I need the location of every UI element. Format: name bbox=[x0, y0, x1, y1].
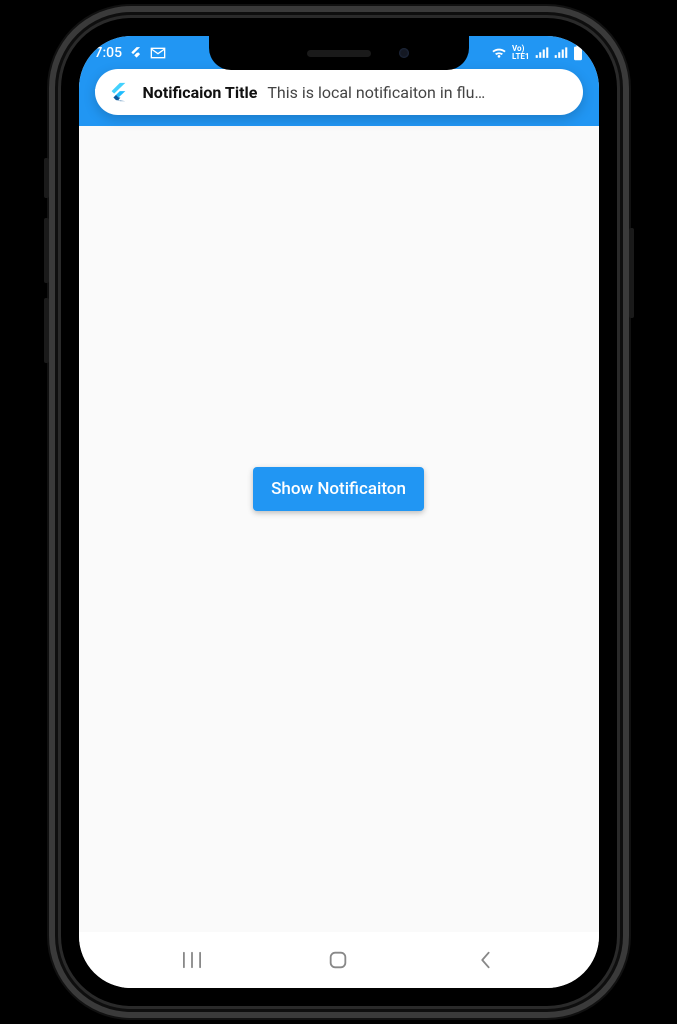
app-bar: T Notificaion Title This is local notifi… bbox=[79, 70, 599, 126]
notification-title: Notificaion Title bbox=[143, 83, 258, 102]
flutter-debug-icon bbox=[129, 46, 143, 60]
show-notification-button[interactable]: Show Notificaiton bbox=[253, 467, 424, 511]
recents-button[interactable] bbox=[162, 940, 222, 980]
battery-icon bbox=[573, 45, 583, 61]
volume-up-button bbox=[44, 218, 49, 283]
home-button[interactable] bbox=[308, 940, 368, 980]
flutter-icon bbox=[103, 77, 133, 107]
front-camera bbox=[399, 48, 409, 58]
gmail-icon bbox=[150, 47, 166, 59]
screen: 7:05 Vo) LTE1 bbox=[79, 36, 599, 988]
heads-up-notification[interactable]: Notificaion Title This is local notifica… bbox=[95, 69, 583, 115]
notch bbox=[209, 36, 469, 70]
wifi-icon bbox=[491, 47, 507, 59]
status-right: Vo) LTE1 bbox=[491, 45, 583, 61]
phone-frame: 7:05 Vo) LTE1 bbox=[61, 18, 617, 1006]
signal-icon-2 bbox=[554, 47, 568, 59]
volume-down-button bbox=[44, 298, 49, 363]
network-label: Vo) LTE1 bbox=[512, 45, 530, 61]
back-button[interactable] bbox=[455, 940, 515, 980]
speaker-grille bbox=[307, 50, 371, 57]
signal-icon-1 bbox=[535, 47, 549, 59]
notification-body: This is local notificaiton in flu… bbox=[267, 83, 568, 102]
power-button bbox=[629, 228, 634, 318]
status-left: 7:05 bbox=[95, 45, 167, 61]
android-nav-bar bbox=[79, 932, 599, 988]
content-area: Show Notificaiton bbox=[79, 126, 599, 932]
status-time: 7:05 bbox=[95, 45, 123, 61]
mute-switch bbox=[44, 158, 49, 198]
